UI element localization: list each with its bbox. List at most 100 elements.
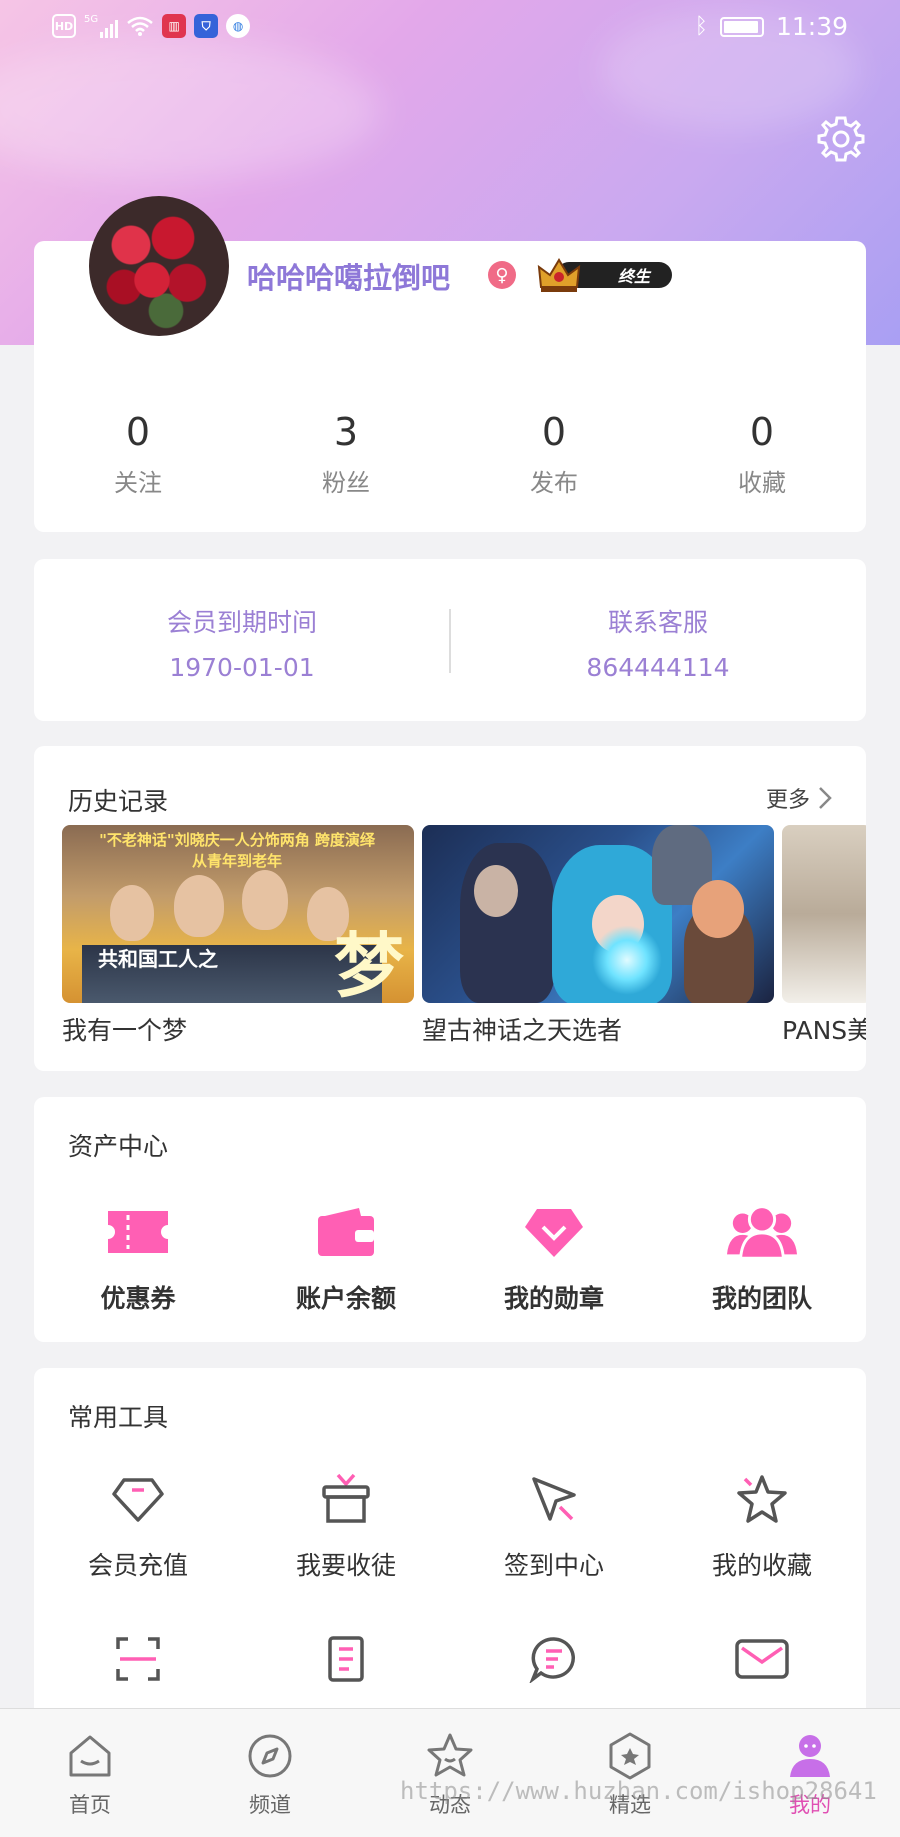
video-thumbnail: "不老神话"刘晓庆一人分饰两角 跨度演绎从青年到老年 共和国工人之 梦 xyxy=(62,825,414,1003)
team-label: 我的团队 xyxy=(711,1284,812,1313)
stat-value: 0 xyxy=(541,410,567,454)
history-item[interactable]: "不老神话"刘晓庆一人分饰两角 跨度演绎从青年到老年 共和国工人之 梦 我有一个… xyxy=(62,825,414,1047)
history-item-title: 我有一个梦 xyxy=(62,1016,188,1045)
membership-card: 会员到期时间 1970-01-01 联系客服 864444114 xyxy=(34,559,866,721)
team-icon xyxy=(727,1203,797,1261)
stat-label: 粉丝 xyxy=(322,469,370,497)
username: 哈哈哈噶拉倒吧 xyxy=(247,261,451,295)
vip-recharge-button[interactable]: 会员充值 xyxy=(34,1470,242,1582)
coupon-button[interactable]: 优惠券 xyxy=(34,1203,242,1315)
stat-label: 关注 xyxy=(114,469,162,497)
status-right: ᛒ 11:39 xyxy=(695,12,848,41)
balance-label: 账户余额 xyxy=(295,1284,396,1313)
profile-card: 哈哈哈噶拉倒吧 ♀ 终生 0 关注 3 粉丝 0 发布 0 收藏 xyxy=(34,196,866,532)
tab-featured[interactable]: 精选 xyxy=(540,1709,720,1837)
history-more-button[interactable]: 更多 xyxy=(766,782,832,814)
browser-icon: ◍ xyxy=(226,14,251,38)
tools-card: 常用工具 会员充值 我要收徒 签到中心 我的收藏 xyxy=(34,1368,866,1718)
stat-fans[interactable]: 3 粉丝 xyxy=(242,411,450,498)
stat-value: 3 xyxy=(333,410,359,454)
checkin-label: 签到中心 xyxy=(503,1551,604,1580)
history-card: 历史记录 更多 "不老神话"刘晓庆一人分饰两角 跨度演绎从青年到老年 共和国工人… xyxy=(34,746,866,1071)
customer-service[interactable]: 联系客服 864444114 xyxy=(450,603,866,682)
signal-5g-icon: 5G xyxy=(84,14,119,38)
more-label: 更多 xyxy=(765,788,810,813)
vip-recharge-label: 会员充值 xyxy=(87,1551,188,1580)
history-title: 历史记录 xyxy=(68,787,169,816)
history-list: "不老神话"刘晓庆一人分饰两角 跨度演绎从青年到老年 共和国工人之 梦 我有一个… xyxy=(62,825,866,1047)
medal-label: 我的勋章 xyxy=(503,1284,604,1313)
coupon-icon xyxy=(103,1203,173,1261)
my-favorites-button[interactable]: 我的收藏 xyxy=(658,1470,866,1582)
team-button[interactable]: 我的团队 xyxy=(658,1203,866,1315)
expiry-value: 1970-01-01 xyxy=(169,653,315,682)
stat-posts[interactable]: 0 发布 xyxy=(450,411,658,498)
hexagon-icon xyxy=(609,1732,651,1780)
star-face-icon xyxy=(427,1733,473,1777)
membership-expiry[interactable]: 会员到期时间 1970-01-01 xyxy=(34,603,450,682)
diamond-icon xyxy=(103,1470,173,1528)
profile-stats: 0 关注 3 粉丝 0 发布 0 收藏 xyxy=(34,411,866,498)
bottom-tab-bar: 首页 频道 动态 精选 我的 xyxy=(0,1708,900,1837)
female-gender-icon: ♀ xyxy=(488,261,516,289)
status-left-icons: HD 5G ▥ ⛉ ◍ xyxy=(52,14,251,38)
tab-channels[interactable]: 频道 xyxy=(180,1709,360,1837)
tab-label: 首页 xyxy=(69,1793,111,1817)
stat-following[interactable]: 0 关注 xyxy=(34,411,242,498)
service-label: 联系客服 xyxy=(607,608,708,637)
shield-icon: ⛉ xyxy=(194,14,219,38)
checkin-center-button[interactable]: 签到中心 xyxy=(450,1470,658,1582)
mail-button[interactable] xyxy=(658,1630,866,1688)
coupon-label: 优惠券 xyxy=(100,1284,176,1313)
assets-card: 资产中心 优惠券 账户余额 我的勋章 我的团队 xyxy=(34,1097,866,1342)
home-icon xyxy=(69,1735,111,1777)
bluetooth-icon: ᛒ xyxy=(694,14,708,39)
tab-home[interactable]: 首页 xyxy=(0,1709,180,1837)
service-value: 864444114 xyxy=(586,653,730,682)
profile-icon xyxy=(790,1735,830,1777)
star-icon xyxy=(727,1470,797,1528)
expiry-label: 会员到期时间 xyxy=(166,608,317,637)
avatar[interactable] xyxy=(89,196,229,336)
stat-label: 发布 xyxy=(530,469,578,497)
chevron-right-icon xyxy=(819,787,832,809)
reader-icon: ▥ xyxy=(162,14,187,38)
crown-icon xyxy=(537,258,581,292)
message-button[interactable] xyxy=(450,1630,658,1688)
history-item[interactable]: 望古神话之天选者 xyxy=(422,825,774,1047)
video-thumbnail xyxy=(782,825,866,1003)
stat-label: 收藏 xyxy=(738,469,786,497)
wifi-icon xyxy=(127,16,153,36)
stat-favorites[interactable]: 0 收藏 xyxy=(658,411,866,498)
recruit-label: 我要收徒 xyxy=(295,1551,396,1580)
medal-icon xyxy=(519,1203,589,1261)
hd-icon: HD xyxy=(52,14,76,38)
stat-value: 0 xyxy=(749,410,775,454)
video-thumbnail xyxy=(422,825,774,1003)
assets-title: 资产中心 xyxy=(68,1132,169,1161)
balance-button[interactable]: 账户余额 xyxy=(242,1203,450,1315)
lifetime-vip-badge: 终生 xyxy=(536,255,674,293)
medal-button[interactable]: 我的勋章 xyxy=(450,1203,658,1315)
status-bar: HD 5G ▥ ⛉ ◍ ᛒ 11:39 xyxy=(0,0,900,56)
tab-label: 频道 xyxy=(249,1793,291,1817)
history-item-title: 望古神话之天选者 xyxy=(422,1016,623,1045)
battery-icon xyxy=(719,16,764,37)
history-item-title: PANS美 xyxy=(782,1016,866,1045)
document-button[interactable] xyxy=(242,1630,450,1688)
document-icon xyxy=(311,1630,381,1688)
compass-icon xyxy=(248,1734,292,1778)
stat-value: 0 xyxy=(125,410,151,454)
watermark-text: https://www.huzhan.com/ishop28641 xyxy=(400,1777,877,1805)
poster-subtitle: 共和国工人之 xyxy=(98,947,218,971)
recruit-apprentice-button[interactable]: 我要收徒 xyxy=(242,1470,450,1582)
chat-icon xyxy=(519,1630,589,1688)
tab-activity[interactable]: 动态 xyxy=(360,1709,540,1837)
history-item[interactable]: PANS美 xyxy=(782,825,866,1047)
tab-mine[interactable]: 我的 xyxy=(720,1709,900,1837)
settings-gear-icon[interactable] xyxy=(816,114,866,164)
gift-box-icon xyxy=(311,1470,381,1528)
scan-icon xyxy=(103,1630,173,1688)
wallet-icon xyxy=(311,1203,381,1261)
scan-button[interactable] xyxy=(34,1630,242,1688)
